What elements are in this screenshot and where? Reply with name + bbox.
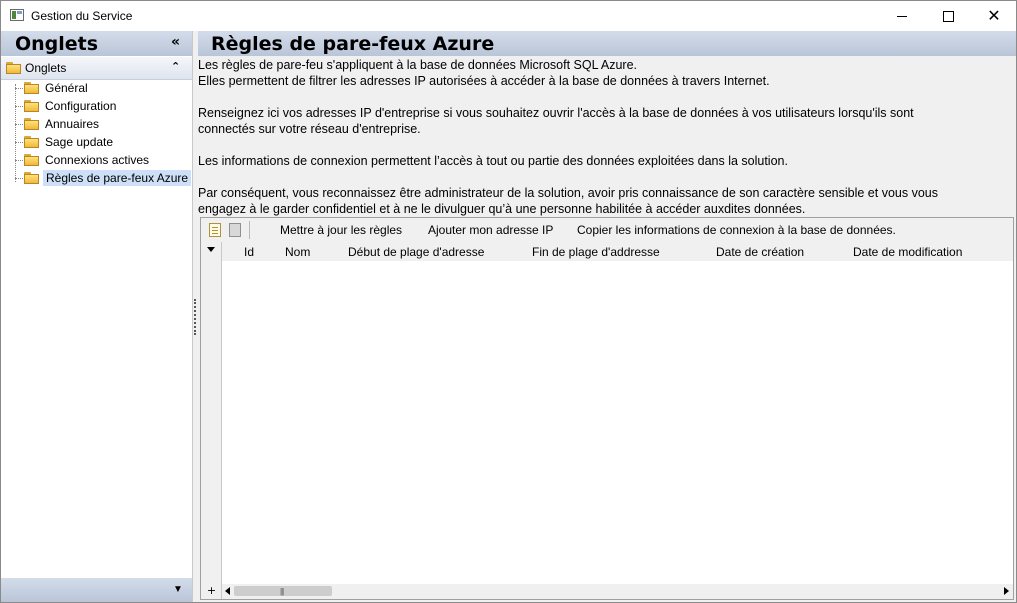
folder-icon (24, 118, 40, 130)
description-text: Les règles de pare-feu s'appliquent à la… (198, 57, 1013, 217)
app-icon (10, 9, 24, 21)
column-header-debut[interactable]: Début de plage d'adresse (348, 245, 484, 259)
folder-icon (24, 136, 40, 148)
scroll-grip: ||| (280, 587, 284, 596)
sidebar-item-label: Général (45, 81, 88, 95)
description-line: engagez à le garder confidentiel et à ne… (198, 202, 806, 216)
window-title: Gestion du Service (31, 9, 133, 23)
description-line: Les informations de connexion permettent… (198, 154, 788, 168)
scroll-left-icon[interactable] (225, 587, 230, 595)
close-button[interactable]: ✕ (971, 1, 1016, 31)
copy-connection-info-button[interactable]: Copier les informations de connexion à l… (577, 223, 896, 237)
description-line: Par conséquent, vous reconnaissez être a… (198, 186, 938, 200)
sidebar-item-label: Règles de pare-feux Azure (43, 170, 192, 186)
description-line: connectés sur votre réseau d'entreprise. (198, 122, 421, 136)
title-bar: Gestion du Service ✕ (1, 1, 1016, 31)
page-title: Règles de pare-feux Azure (211, 33, 495, 55)
sidebar-item-regles-pare-feux[interactable]: Règles de pare-feux Azure (1, 169, 192, 187)
column-header-date-creation[interactable]: Date de création (716, 245, 804, 259)
collapse-sidebar-button[interactable]: « (171, 34, 180, 50)
toolbar-separator (249, 221, 250, 239)
add-my-ip-button[interactable]: Ajouter mon adresse IP (428, 223, 553, 237)
description-line: Elles permettent de filtrer les adresses… (198, 74, 770, 88)
sidebar-item-label: Annuaires (45, 117, 100, 131)
column-header-id[interactable]: Id (244, 245, 254, 259)
sidebar-header: Onglets « (1, 31, 192, 56)
grid-header: Id Nom Début de plage d'adresse Fin de p… (222, 242, 1013, 261)
sidebar-item-label: Connexions actives (45, 153, 150, 167)
sidebar: Onglets « Onglets ⌃ Général Configuratio… (1, 31, 193, 602)
main-header: Règles de pare-feux Azure (198, 31, 1016, 56)
description-line: Les règles de pare-feu s'appliquent à la… (198, 58, 638, 72)
close-icon: ✕ (987, 6, 1001, 25)
sidebar-item-label: Configuration (45, 99, 117, 113)
column-header-fin[interactable]: Fin de plage d'addresse (532, 245, 660, 259)
update-rules-button[interactable]: Mettre à jour les règles (280, 223, 402, 237)
minimize-icon (897, 15, 907, 17)
sidebar-group-label: Onglets (25, 61, 67, 75)
scroll-right-icon[interactable] (1004, 587, 1009, 595)
main-panel: Règles de pare-feux Azure Les règles de … (198, 31, 1016, 602)
new-document-icon[interactable] (209, 223, 221, 237)
sidebar-footer[interactable]: ▼ (1, 578, 192, 602)
sidebar-item-connexions-actives[interactable]: Connexions actives (1, 151, 192, 169)
image-icon[interactable] (229, 223, 241, 237)
column-header-nom[interactable]: Nom (285, 245, 310, 259)
sidebar-item-general[interactable]: Général (1, 79, 192, 97)
sidebar-item-configuration[interactable]: Configuration (1, 97, 192, 115)
folder-icon (24, 100, 40, 112)
column-header-date-modification[interactable]: Date de modification (853, 245, 962, 259)
minimize-button[interactable] (879, 1, 925, 31)
folder-icon (24, 82, 40, 94)
sidebar-group-header[interactable]: Onglets ⌃ (1, 57, 192, 80)
maximize-button[interactable] (925, 1, 971, 31)
grid-toolbar: Mettre à jour les règles Ajouter mon adr… (201, 218, 1013, 242)
collapse-group-icon[interactable]: ⌃ (171, 60, 180, 73)
maximize-icon (942, 10, 954, 22)
firewall-rules-grid[interactable]: Mettre à jour les règles Ajouter mon adr… (200, 217, 1014, 600)
folder-icon (6, 62, 22, 74)
row-selector-arrow-icon (207, 247, 215, 252)
sidebar-item-label: Sage update (45, 135, 114, 149)
scrollbar-thumb[interactable]: ||| (234, 586, 332, 596)
description-line: Renseignez ici vos adresses IP d'entrepr… (198, 106, 914, 120)
chevron-down-icon[interactable]: ▼ (173, 584, 183, 595)
horizontal-scrollbar[interactable]: + ||| (207, 584, 1013, 599)
add-row-button[interactable]: + (201, 584, 222, 599)
folder-open-icon (24, 172, 40, 184)
row-selector-column (201, 242, 222, 599)
sidebar-title: Onglets (15, 33, 99, 55)
sidebar-item-annuaires[interactable]: Annuaires (1, 115, 192, 133)
sidebar-item-sage-update[interactable]: Sage update (1, 133, 192, 151)
folder-icon (24, 154, 40, 166)
app-window: Gestion du Service ✕ Onglets « Onglets ⌃… (0, 0, 1017, 603)
